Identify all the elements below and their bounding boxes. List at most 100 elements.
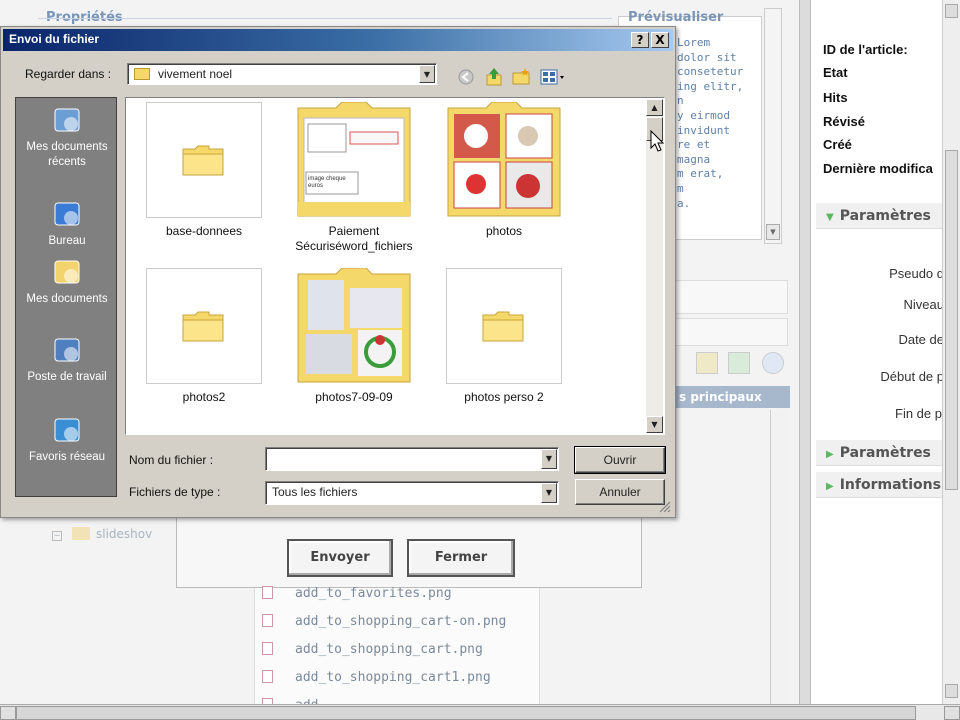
tree-collapse-icon[interactable]: − (52, 531, 62, 541)
section-parametres2-label: Paramètres (839, 445, 931, 461)
section-parametres[interactable]: ▼ Paramètres (816, 203, 952, 229)
look-in-label: Regarder dans : (25, 67, 112, 81)
preview-line: a. (677, 196, 691, 210)
file-upload-dialog: Envoi du fichier ? X Regarder dans : viv… (0, 26, 676, 518)
file-list-item[interactable]: add_to_shopping_cart1.png (262, 670, 491, 685)
scroll-down-icon[interactable]: ▼ (646, 416, 663, 433)
tree-item-slideshow[interactable]: − slideshov (52, 527, 152, 541)
mouse-cursor-icon (650, 130, 665, 152)
image-file-icon (262, 586, 273, 599)
places-bar: Mes documents récents Bureau Mes documents… (15, 97, 117, 497)
tab-principaux[interactable]: s principaux (665, 386, 790, 408)
folder-preview-icon (297, 268, 411, 383)
parametre-field-label: Pseudo d (889, 266, 944, 281)
network-places-icon (54, 418, 80, 442)
file-item[interactable]: base-donnees (129, 102, 279, 239)
place-network-places[interactable]: Favoris réseau (16, 414, 118, 465)
desktop-icon (54, 202, 80, 226)
section-informations[interactable]: ▶ Informations (816, 472, 952, 498)
chevron-down-icon[interactable]: ▼ (541, 483, 557, 503)
refresh-toolbar-icon[interactable] (728, 352, 750, 374)
file-item[interactable]: image cheque euros Paiement Sécuriséword_… (279, 102, 429, 254)
place-label: Poste de travail (27, 371, 107, 383)
place-desktop[interactable]: Bureau (16, 198, 118, 249)
preview-line: Lorem (677, 36, 711, 49)
scroll-left-icon[interactable] (0, 706, 16, 720)
thumbnail-caption: image cheque euros (308, 176, 346, 189)
filetype-value: Tous les fichiers (272, 485, 358, 499)
file-list-name: add_to_shopping_cart-on.png (295, 614, 507, 629)
preview-legend: Prévisualiser (628, 10, 724, 25)
folder-icon (482, 311, 524, 342)
file-item[interactable]: photos7-09-09 (279, 268, 429, 405)
page-horizontal-scrollbar[interactable] (0, 704, 960, 720)
file-list-item[interactable]: add_to_shopping_cart.png (262, 642, 483, 657)
scroll-right-icon[interactable] (944, 706, 960, 720)
editor-field-strip (672, 280, 788, 314)
send-button[interactable]: Envoyer (287, 539, 393, 577)
parametre-field-label: Date de (898, 332, 944, 347)
view-menu-icon[interactable] (539, 67, 567, 87)
folder-toolbar-icon[interactable] (696, 352, 718, 374)
folder-icon (72, 527, 90, 540)
scroll-down-icon[interactable] (945, 684, 958, 698)
file-item[interactable]: photos perso 2 (429, 268, 579, 405)
new-folder-icon[interactable] (511, 67, 531, 87)
back-icon[interactable] (456, 67, 476, 87)
my-documents-icon (54, 260, 80, 284)
open-button[interactable]: Ouvrir (574, 446, 666, 474)
file-name: photos (485, 224, 523, 238)
file-browser: base-donnees image cheque euros Paiement S… (125, 97, 665, 435)
place-my-computer[interactable]: Poste de travail (16, 334, 118, 385)
chevron-down-icon[interactable]: ▼ (419, 65, 435, 83)
cancel-button[interactable]: Annuler (575, 479, 665, 505)
dialog-title: Envoi du fichier (9, 32, 100, 46)
chevron-down-icon[interactable]: ▼ (541, 449, 557, 469)
resize-grip-icon[interactable] (659, 501, 671, 513)
file-thumbnail (446, 268, 562, 384)
preview-scroll-down-icon[interactable]: ▼ (766, 224, 780, 240)
folder-preview-icon (297, 102, 411, 217)
filetype-select[interactable]: Tous les fichiers ▼ (265, 481, 559, 505)
close-dialog-button[interactable]: X (651, 32, 669, 48)
file-name: photos2 (182, 390, 226, 404)
look-in-select[interactable]: vivement noel ▼ (127, 63, 437, 85)
my-computer-icon (54, 338, 80, 362)
file-item[interactable]: photos (429, 102, 579, 239)
file-list-item[interactable]: add_to_shopping_cart-on.png (262, 614, 506, 629)
upload-panel: Envoyer Fermer (176, 516, 642, 588)
help-button[interactable]: ? (631, 32, 649, 48)
article-info-label: ID de l'article: (823, 42, 908, 57)
up-folder-icon[interactable] (484, 67, 504, 87)
folder-icon (182, 311, 224, 342)
preview-line: n (677, 94, 684, 108)
help-toolbar-icon[interactable] (762, 352, 784, 374)
article-info-label: Etat (823, 65, 848, 80)
right-scroll-thumb[interactable] (945, 150, 958, 490)
file-list-item[interactable]: add_to_favorites.png (262, 586, 452, 601)
editor-field-strip-2 (672, 318, 788, 346)
image-file-icon (262, 614, 273, 627)
close-upload-button[interactable]: Fermer (407, 539, 515, 577)
tab-panel-scrollbar[interactable] (770, 410, 788, 706)
scroll-thumb[interactable] (16, 706, 916, 720)
file-item[interactable]: photos2 (129, 268, 279, 405)
file-thumbnail (146, 102, 262, 218)
file-name: photos perso 2 (464, 390, 544, 404)
preview-line: magna (677, 152, 711, 166)
recent-documents-icon (54, 108, 80, 132)
preview-scrollbar[interactable]: ▼ (764, 8, 782, 244)
file-name: photos7-09-09 (315, 390, 393, 404)
right-panel-scrollbar[interactable] (942, 0, 960, 704)
filename-input[interactable]: ▼ (265, 447, 559, 471)
parametre-field-label: Début de p (880, 369, 944, 384)
section-informations-label: Informations (839, 477, 941, 493)
scroll-up-icon[interactable]: ▲ (646, 99, 663, 116)
place-recent-documents[interactable]: Mes documents récents (16, 104, 118, 170)
dialog-titlebar[interactable]: Envoi du fichier ? X (3, 29, 673, 51)
file-thumbnail (296, 268, 412, 384)
place-my-documents[interactable]: Mes documents (16, 256, 118, 307)
file-list-name: add_to_shopping_cart1.png (295, 670, 491, 685)
section-parametres-2[interactable]: ▶ Paramètres (816, 440, 952, 466)
scroll-up-icon[interactable] (945, 4, 958, 18)
